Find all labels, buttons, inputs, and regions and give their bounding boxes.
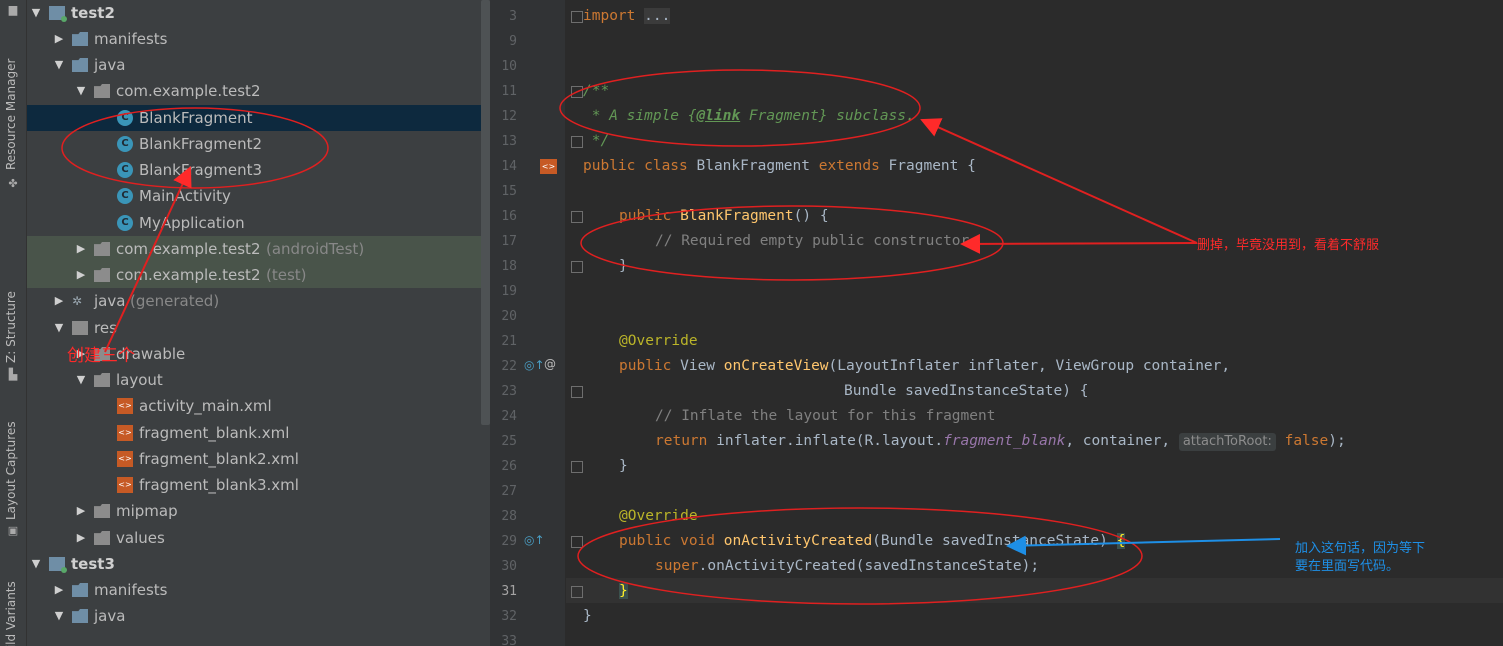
annotation-overlay bbox=[61, 69, 1281, 605]
annotation-arrow-create bbox=[104, 166, 192, 353]
annotation-arrow-add bbox=[1006, 535, 1281, 556]
annotation-create-three: 创建三个 bbox=[67, 346, 135, 366]
annotation-delete-note: 删掉，毕竟没用到，看着不舒服 bbox=[1197, 238, 1380, 253]
annotation-add-note-line1: 加入这句话，因为等下 bbox=[1295, 541, 1426, 556]
annotation-arrow-constructor bbox=[960, 233, 1198, 254]
annotation-ellipse-constructor bbox=[580, 205, 1004, 281]
annotation-add-note-line2: 要在里面写代码。 bbox=[1295, 559, 1400, 574]
annotation-arrow-javadoc bbox=[920, 118, 1198, 244]
annotation-ellipse-onactivitycreated bbox=[577, 507, 1143, 605]
annotation-ellipse-classes bbox=[61, 107, 329, 189]
annotation-ellipse-javadoc bbox=[559, 69, 921, 147]
ide-window: ▆ Resource Manager ✤ Z: Structure ▙ Layo… bbox=[0, 0, 1503, 646]
